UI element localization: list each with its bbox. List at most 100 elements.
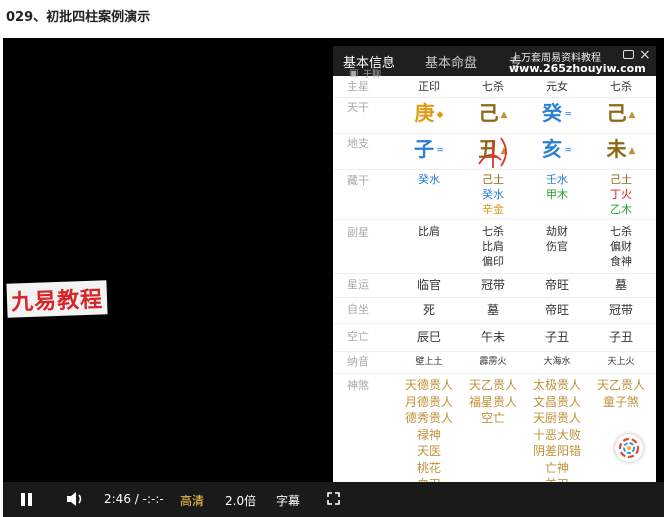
quality-button[interactable]: 高清 [180, 492, 204, 509]
cell: 庚 ◆ [397, 98, 461, 133]
player-controls: 2:46 / -:-:- 高清 2.0倍 字幕 [3, 482, 664, 517]
watermark-logo: 九易教程 [6, 280, 108, 318]
cell: 七杀 偏财 食神 [589, 224, 653, 273]
cell: 临官 [416, 278, 441, 292]
cell: 壬水 甲木 [525, 172, 589, 219]
speed-button[interactable]: 2.0倍 [225, 492, 256, 509]
cell: 癸水 [397, 172, 461, 219]
cell: 比肩 [397, 224, 461, 273]
hidden-stem: 壬水 [546, 173, 568, 186]
cell: 未 ▲ [589, 134, 653, 169]
shensha-item: 空亡 [480, 411, 505, 425]
cell: 己 ▲ [589, 98, 653, 133]
row-label: 地支 [347, 137, 369, 150]
row-nayin: 纳音 壁上土 霹雳火 大海水 天上火 [333, 352, 656, 374]
shensha-item: 童子煞 [602, 394, 639, 409]
shensha-item: 天厨贵人 [532, 411, 581, 425]
tab-basic-chart[interactable]: 基本命盘 [425, 52, 477, 71]
branch-char: 未 [606, 137, 627, 161]
cell: 帝旺 [544, 303, 569, 317]
cell: 辰巳 [416, 330, 441, 344]
row-label: 主星 [347, 80, 369, 93]
row-label: 空亡 [347, 330, 369, 343]
earth-icon: ▲ [628, 109, 636, 120]
hidden-stem: 辛金 [482, 203, 504, 216]
row-zhuxing: 主星 正印 七杀 元女 七杀 [333, 78, 656, 98]
cell: 霹雳火 [479, 357, 507, 367]
cell: 太极贵人 文昌贵人 天厨贵人 十恶大败 阴差阳错 亡神 羊刃 [525, 377, 589, 486]
sub-star: 伤官 [546, 240, 568, 253]
cell: 帝旺 [544, 278, 569, 292]
cell: 墓 [486, 303, 499, 317]
panel-tabs: 基本信息 基本命盘 专 上万套周易资料教程 www.265zhouyiw.com… [333, 46, 656, 80]
shensha-item: 月德贵人 [404, 394, 453, 409]
row-label: 自坐 [347, 303, 369, 316]
cell: 己土 丁火 乙木 [589, 172, 653, 219]
hidden-stem: 癸水 [418, 173, 440, 186]
subtitle-button[interactable]: 字幕 [276, 492, 300, 509]
cell: 丑 ▲ [461, 134, 525, 169]
shensha-item: 阴差阳错 [532, 444, 581, 458]
stem-char: 己 [606, 101, 627, 125]
row-label: 天干 [347, 101, 369, 114]
cell: 墓 [614, 278, 627, 292]
lock-icon [623, 50, 634, 59]
cell: 子 ♒ [397, 134, 461, 169]
cell: 正印 [418, 80, 440, 93]
close-icon[interactable]: × [639, 47, 651, 63]
metal-icon: ◆ [436, 109, 444, 120]
hidden-stem: 甲木 [546, 188, 568, 201]
row-xingyun: 星运 临官 冠带 帝旺 墓 [333, 274, 656, 298]
cell: 大海水 [543, 357, 571, 367]
cell: 劫财 伤官 [525, 224, 589, 273]
shensha-item: 德秀贵人 [404, 411, 453, 425]
cell: 七杀 [482, 80, 504, 93]
shensha-item: 亡神 [544, 460, 569, 475]
row-label: 副星 [347, 226, 369, 239]
sub-star: 七杀 [610, 225, 632, 238]
row-dizhi: 地支 子 ♒ 丑 ▲ 亥 ♒ 未 ▲ [333, 134, 656, 170]
shensha-item: 十恶大败 [532, 427, 581, 442]
earth-icon: ▲ [628, 145, 636, 156]
cell: 元女 [546, 80, 568, 93]
sub-star: 食神 [610, 255, 632, 268]
cell: 冠带 [480, 278, 505, 292]
water-icon: ♒ [563, 109, 573, 120]
float-action-button[interactable] [615, 434, 643, 462]
sub-star: 劫财 [546, 225, 568, 238]
water-icon: ♒ [435, 145, 445, 156]
shensha-item: 天医 [416, 444, 441, 458]
shensha-item: 禄神 [416, 427, 441, 442]
video-player[interactable]: 九易教程 基本信息 基本命盘 专 上万套周易资料教程 www.265zhouyi… [3, 38, 664, 517]
handwriting-mark [478, 137, 507, 168]
branch-char: 子 [413, 137, 434, 161]
pause-icon[interactable] [21, 493, 32, 506]
page-title: 029、初批四柱案例演示 [6, 10, 151, 25]
sub-star: 比肩 [418, 225, 440, 238]
cell: 七杀 比肩 偏印 [461, 224, 525, 273]
hidden-stem: 癸水 [482, 188, 504, 201]
cell: 冠带 [608, 303, 633, 317]
bazi-table: 主星 正印 七杀 元女 七杀 天干 庚 ◆ 己 ▲ 癸 ♒ 己 ▲ 地支 子 ♒ 丑 ▲ 亥… [333, 78, 656, 486]
palette-icon [618, 437, 640, 459]
row-zizuo: 自坐 死 墓 帝旺 冠带 [333, 298, 656, 324]
shensha-item: 天乙贵人 [596, 378, 645, 392]
cell: 子丑 [608, 330, 633, 344]
cell: 亥 ♒ [525, 134, 589, 169]
sub-star: 偏财 [610, 240, 632, 253]
stem-char: 癸 [541, 101, 562, 125]
sub-star: 七杀 [482, 225, 504, 238]
row-tiangan: 天干 庚 ◆ 己 ▲ 癸 ♒ 己 ▲ [333, 98, 656, 134]
cell: 天乙贵人 童子煞 [589, 377, 653, 486]
cell: 午未 [480, 330, 505, 344]
fullscreen-icon[interactable] [327, 492, 340, 505]
row-fuxing: 副星 比肩 七杀 比肩 偏印 劫财伤官 七杀偏财食神 [333, 220, 656, 274]
shensha-item: 文昌贵人 [532, 394, 581, 409]
row-label: 纳音 [347, 355, 369, 368]
shensha-item: 天德贵人 [404, 378, 453, 392]
hidden-stem: 丁火 [610, 188, 632, 201]
row-label: 神煞 [347, 379, 369, 392]
volume-icon[interactable] [65, 491, 85, 507]
cell: 死 [422, 303, 435, 317]
shensha-item: 天乙贵人 [468, 378, 517, 392]
